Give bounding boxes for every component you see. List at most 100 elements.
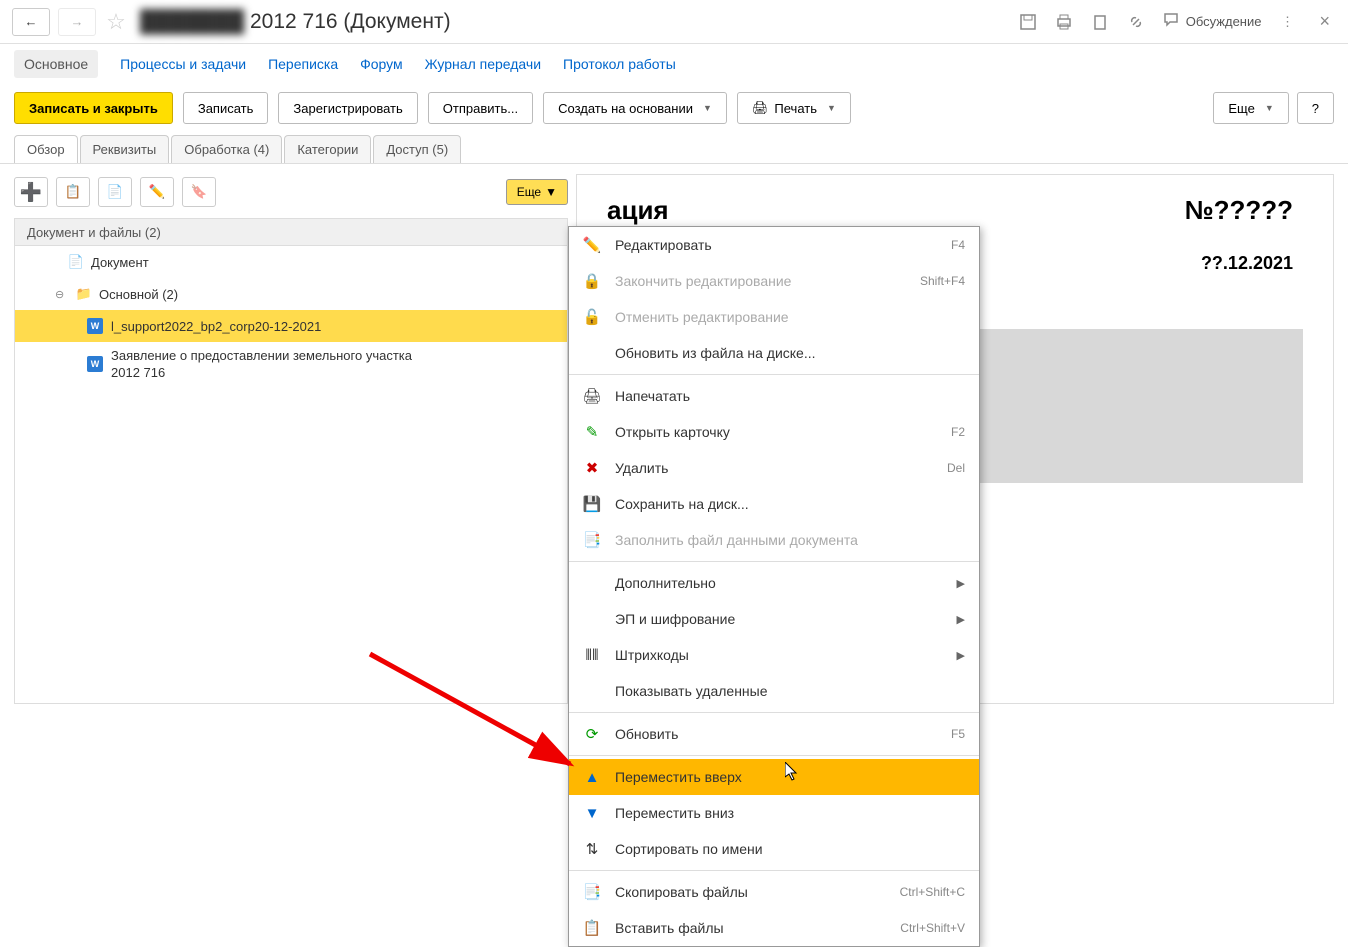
tree-row-file-1[interactable]: W l_support2022_bp2_corp20-12-2021 bbox=[15, 310, 567, 342]
new-doc-button[interactable]: 📄 bbox=[98, 177, 132, 207]
delete-icon: ✖ bbox=[583, 459, 601, 477]
copy-icon: 📑 bbox=[583, 883, 601, 901]
favorite-star-icon[interactable]: ☆ bbox=[104, 10, 128, 34]
chevron-down-icon: ▼ bbox=[703, 103, 712, 113]
menu-signature[interactable]: ЭП и шифрование▶ bbox=[569, 601, 979, 637]
tree-row-folder[interactable]: ⊖ 📁 Основной (2) bbox=[15, 278, 567, 310]
menu-print[interactable]: 🖨Напечатать bbox=[569, 378, 979, 414]
fill-icon: 📑 bbox=[583, 531, 601, 549]
clipboard-icon[interactable] bbox=[1090, 12, 1110, 32]
menu-show-deleted[interactable]: Показывать удаленные bbox=[569, 673, 979, 709]
menu-additional[interactable]: Дополнительно▶ bbox=[569, 565, 979, 601]
chat-icon bbox=[1162, 11, 1180, 32]
navigation-tabs: Основное Процессы и задачи Переписка Фор… bbox=[0, 44, 1348, 84]
discussion-button[interactable]: Обсуждение bbox=[1162, 11, 1262, 32]
window-title: ███████ 2012 716 (Документ) bbox=[140, 10, 451, 34]
subtab-overview[interactable]: Обзор bbox=[14, 135, 78, 163]
scan-button[interactable]: 📋 bbox=[56, 177, 90, 207]
refresh-icon: ⟳ bbox=[583, 725, 601, 743]
send-button[interactable]: Отправить... bbox=[428, 92, 533, 124]
stamp-button[interactable]: 🔖 bbox=[182, 177, 216, 207]
main-toolbar: Записать и закрыть Записать Зарегистриро… bbox=[0, 84, 1348, 132]
pencil-icon: ✏️ bbox=[149, 184, 166, 200]
subtab-access[interactable]: Доступ (5) bbox=[373, 135, 461, 163]
folder-icon: 📁 bbox=[77, 287, 91, 301]
chevron-down-icon: ▼ bbox=[1265, 103, 1274, 113]
menu-copy-files[interactable]: 📑Скопировать файлыCtrl+Shift+C bbox=[569, 874, 979, 910]
menu-sort-by-name[interactable]: ⇅Сортировать по имени bbox=[569, 831, 979, 867]
link-icon[interactable] bbox=[1126, 12, 1146, 32]
chevron-down-icon: ▼ bbox=[827, 103, 836, 113]
nav-tab-main[interactable]: Основное bbox=[14, 50, 98, 78]
chevron-right-icon: ▶ bbox=[957, 577, 965, 590]
menu-barcodes[interactable]: ⦀⦀Штрихкоды▶ bbox=[569, 637, 979, 673]
save-button[interactable]: Записать bbox=[183, 92, 269, 124]
tree-row-document[interactable]: 📄 Документ bbox=[15, 246, 567, 278]
menu-finish-edit: 🔒Закончить редактированиеShift+F4 bbox=[569, 263, 979, 299]
unlock-icon: 🔓 bbox=[583, 308, 601, 326]
nav-tab-processes[interactable]: Процессы и задачи bbox=[120, 56, 246, 72]
word-icon: W bbox=[87, 356, 103, 372]
add-button[interactable]: ➕ bbox=[14, 177, 48, 207]
menu-save-to-disk[interactable]: 💾Сохранить на диск... bbox=[569, 486, 979, 522]
print-icon[interactable] bbox=[1054, 12, 1074, 32]
printer-icon: 🖨 bbox=[752, 100, 769, 116]
stamp-icon: 🔖 bbox=[191, 184, 208, 200]
save-icon[interactable] bbox=[1018, 12, 1038, 32]
save-icon: 💾 bbox=[583, 495, 601, 513]
menu-fill-from-doc: 📑Заполнить файл данными документа bbox=[569, 522, 979, 558]
more-button[interactable]: Еще▼ bbox=[1213, 92, 1288, 124]
arrow-left-icon: ← bbox=[25, 14, 38, 29]
paste-icon: 📋 bbox=[583, 919, 601, 937]
context-menu: ✏️РедактироватьF4 🔒Закончить редактирова… bbox=[568, 226, 980, 947]
edit-button[interactable]: ✏️ bbox=[140, 177, 174, 207]
document-icon: 📄 bbox=[69, 255, 83, 269]
menu-cancel-edit: 🔓Отменить редактирование bbox=[569, 299, 979, 335]
word-icon: W bbox=[87, 318, 103, 334]
sort-icon: ⇅ bbox=[583, 840, 601, 858]
back-button[interactable]: ← bbox=[12, 8, 50, 36]
arrow-up-icon: ▲ bbox=[583, 768, 601, 786]
barcode-icon: ⦀⦀ bbox=[583, 646, 601, 664]
menu-open-card[interactable]: ✎Открыть карточкуF2 bbox=[569, 414, 979, 450]
files-toolbar: ➕ 📋 📄 ✏️ 🔖 Еще▼ bbox=[14, 174, 568, 210]
arrow-right-icon: → bbox=[71, 14, 84, 29]
lock-icon: 🔒 bbox=[583, 272, 601, 290]
help-button[interactable]: ? bbox=[1297, 92, 1334, 124]
files-more-button[interactable]: Еще▼ bbox=[506, 179, 568, 205]
register-button[interactable]: Зарегистрировать bbox=[278, 92, 417, 124]
pencil-icon: ✏️ bbox=[583, 236, 601, 254]
subtab-details[interactable]: Реквизиты bbox=[80, 135, 170, 163]
plus-icon: ➕ bbox=[20, 182, 42, 203]
scanner-icon: 📋 bbox=[65, 184, 82, 200]
menu-delete[interactable]: ✖УдалитьDel bbox=[569, 450, 979, 486]
menu-update-from-file[interactable]: Обновить из файла на диске... bbox=[569, 335, 979, 371]
nav-tab-journal[interactable]: Журнал передачи bbox=[425, 56, 541, 72]
titlebar: ← → ☆ ███████ 2012 716 (Документ) Обсужд… bbox=[0, 0, 1348, 44]
forward-button: → bbox=[58, 8, 96, 36]
tree-row-file-2[interactable]: W Заявление о предоставлении земельного … bbox=[15, 342, 567, 386]
kebab-menu-icon[interactable]: ⋮ bbox=[1277, 12, 1297, 32]
collapse-icon[interactable]: ⊖ bbox=[55, 288, 69, 301]
subtab-categories[interactable]: Категории bbox=[284, 135, 371, 163]
nav-tab-protocol[interactable]: Протокол работы bbox=[563, 56, 676, 72]
file-tree: 📄 Документ ⊖ 📁 Основной (2) W l_support2… bbox=[14, 246, 568, 704]
menu-move-up[interactable]: ▲Переместить вверх bbox=[569, 759, 979, 795]
print-button[interactable]: 🖨Печать▼ bbox=[737, 92, 851, 124]
arrow-down-icon: ▼ bbox=[583, 804, 601, 822]
printer-icon: 🖨 bbox=[583, 387, 601, 405]
pencil-icon: ✎ bbox=[583, 423, 601, 441]
chevron-down-icon: ▼ bbox=[545, 185, 557, 199]
close-button[interactable]: × bbox=[1313, 11, 1336, 32]
chevron-right-icon: ▶ bbox=[957, 613, 965, 626]
menu-move-down[interactable]: ▼Переместить вниз bbox=[569, 795, 979, 831]
save-and-close-button[interactable]: Записать и закрыть bbox=[14, 92, 173, 124]
menu-edit[interactable]: ✏️РедактироватьF4 bbox=[569, 227, 979, 263]
subtab-processing[interactable]: Обработка (4) bbox=[171, 135, 282, 163]
chevron-right-icon: ▶ bbox=[957, 649, 965, 662]
nav-tab-correspondence[interactable]: Переписка bbox=[268, 56, 338, 72]
create-based-on-button[interactable]: Создать на основании▼ bbox=[543, 92, 727, 124]
menu-refresh[interactable]: ⟳ОбновитьF5 bbox=[569, 716, 979, 752]
nav-tab-forum[interactable]: Форум bbox=[360, 56, 403, 72]
files-panel: ➕ 📋 📄 ✏️ 🔖 Еще▼ Документ и файлы (2) 📄 Д… bbox=[14, 174, 568, 704]
